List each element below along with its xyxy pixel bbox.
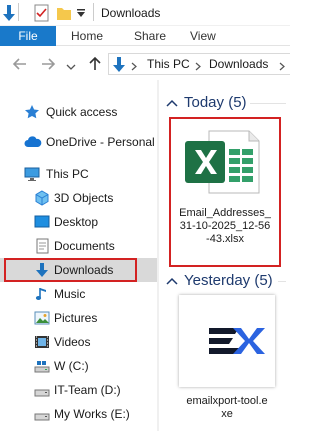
ribbon-tabs: File Home Share View xyxy=(0,26,290,46)
forward-icon[interactable] xyxy=(40,56,56,72)
sidebar-item-label: W (C:) xyxy=(54,359,89,373)
file-name-line: xe xyxy=(221,408,233,420)
down-arrow-icon[interactable] xyxy=(2,4,16,25)
breadcrumb-chevron-icon[interactable] xyxy=(279,60,285,74)
sidebar-item-label: Music xyxy=(54,287,86,301)
recent-locations-icon[interactable] xyxy=(66,60,82,76)
sidebar-item-3d-objects[interactable]: 3D Objects xyxy=(0,186,158,210)
back-icon[interactable] xyxy=(12,56,28,72)
sidebar-item-drive-c[interactable]: W (C:) xyxy=(0,354,158,378)
up-icon[interactable] xyxy=(87,56,103,72)
computer-icon xyxy=(24,166,40,182)
title-bar: Downloads xyxy=(0,0,290,26)
tab-view[interactable]: View xyxy=(190,26,216,46)
desktop-icon xyxy=(34,214,50,230)
documents-icon xyxy=(34,238,50,254)
sidebar-item-label: Videos xyxy=(54,335,91,349)
breadcrumb-downloads[interactable]: Downloads xyxy=(209,57,268,71)
collapse-chevron-icon[interactable] xyxy=(166,275,178,289)
sidebar-item-label: Desktop xyxy=(54,215,99,229)
tab-home[interactable]: Home xyxy=(71,26,103,46)
cube-icon xyxy=(34,190,50,206)
sidebar-item-label: Quick access xyxy=(46,105,118,119)
group-title: Yesterday (5) xyxy=(184,272,273,289)
collapse-chevron-icon[interactable] xyxy=(166,97,178,111)
navigation-bar: This PC Downloads xyxy=(0,50,290,78)
sidebar-item-label: Documents xyxy=(54,239,115,253)
file-highlight-outline xyxy=(169,117,281,267)
cloud-icon xyxy=(24,134,42,150)
emailxport-app-icon xyxy=(179,295,275,387)
sidebar-item-drive-e[interactable]: My Works (E:) xyxy=(0,402,158,426)
breadcrumb-this-pc[interactable]: This PC xyxy=(147,57,190,71)
sidebar-item-onedrive[interactable]: OneDrive - Personal xyxy=(0,130,158,154)
properties-icon[interactable] xyxy=(34,4,50,25)
downloads-location-icon xyxy=(112,56,126,76)
sidebar-item-label: 3D Objects xyxy=(54,191,114,205)
drive-icon xyxy=(34,406,50,422)
separator xyxy=(93,3,94,21)
videos-icon xyxy=(34,334,50,350)
group-header-today[interactable]: Today (5) xyxy=(166,93,286,113)
file-name-line: emailxport-tool.e xyxy=(186,395,268,407)
new-folder-icon[interactable] xyxy=(56,4,72,25)
drive-icon xyxy=(34,382,50,398)
sidebar-item-pictures[interactable]: Pictures xyxy=(0,306,158,330)
selection-highlight-outline xyxy=(4,258,137,282)
breadcrumb-chevron-icon[interactable] xyxy=(195,60,201,74)
sidebar-item-desktop[interactable]: Desktop xyxy=(0,210,158,234)
customize-toolbar-icon[interactable] xyxy=(76,7,86,21)
sidebar-item-label: Pictures xyxy=(54,311,98,325)
pictures-icon xyxy=(34,310,50,326)
group-header-yesterday[interactable]: Yesterday (5) xyxy=(166,271,286,291)
sidebar-item-music[interactable]: Music xyxy=(0,282,158,306)
sidebar-item-this-pc[interactable]: This PC xyxy=(0,162,158,186)
sidebar-item-label: OneDrive - Personal xyxy=(46,135,155,149)
group-title: Today (5) xyxy=(184,94,247,111)
navigation-pane-scrollbar[interactable] xyxy=(157,80,159,431)
sidebar-item-label: This PC xyxy=(46,167,89,181)
group-divider xyxy=(278,281,286,282)
file-tile-exe[interactable]: emailxport-tool.e xe xyxy=(175,295,279,431)
tab-file[interactable]: File xyxy=(0,26,56,46)
sidebar-item-drive-d[interactable]: IT-Team (D:) xyxy=(0,378,158,402)
sidebar-item-videos[interactable]: Videos xyxy=(0,330,158,354)
window-title: Downloads xyxy=(101,6,161,20)
music-note-icon xyxy=(34,286,50,302)
sidebar-item-quick-access[interactable]: Quick access xyxy=(0,100,158,124)
navigation-pane: Quick access OneDrive - Personal This PC… xyxy=(0,80,160,431)
breadcrumb-chevron-icon[interactable] xyxy=(131,60,137,74)
sidebar-item-label: My Works (E:) xyxy=(54,407,130,421)
drive-icon xyxy=(34,358,50,374)
file-name: emailxport-tool.e xe xyxy=(175,395,279,421)
group-divider xyxy=(250,103,286,104)
tab-share[interactable]: Share xyxy=(134,26,166,46)
address-bar[interactable]: This PC Downloads xyxy=(108,53,290,75)
separator xyxy=(18,3,19,21)
sidebar-item-label: IT-Team (D:) xyxy=(54,383,121,397)
sidebar-item-documents[interactable]: Documents xyxy=(0,234,158,258)
star-icon xyxy=(24,104,40,120)
